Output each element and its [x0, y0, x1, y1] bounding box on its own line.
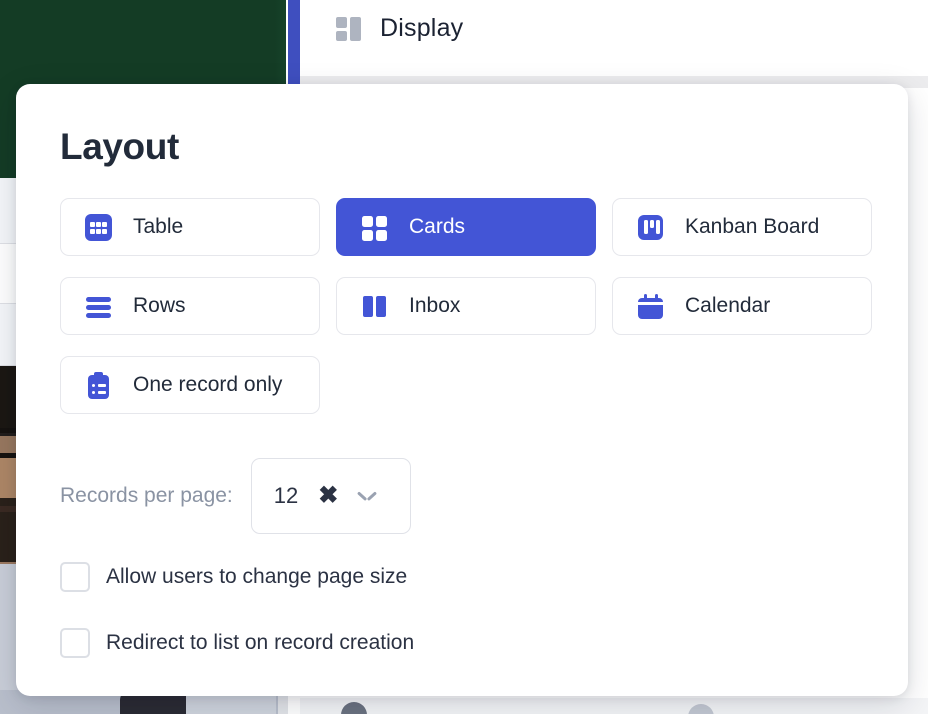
layout-option-one-record-only[interactable]: One record only	[60, 356, 320, 414]
layout-option-label: Kanban Board	[685, 215, 820, 238]
layout-option-label: Rows	[133, 294, 186, 317]
layout-option-label: Inbox	[409, 294, 461, 317]
layout-option-kanban-board[interactable]: Kanban Board	[612, 198, 872, 256]
screen: Display Data Layout Table	[0, 0, 928, 714]
checkbox-redirect-to-list[interactable]	[60, 628, 90, 658]
checkbox-row-allow-page-size[interactable]: Allow users to change page size	[60, 562, 870, 592]
chevron-down-icon[interactable]	[358, 491, 376, 501]
display-icon	[336, 16, 362, 41]
checkbox-allow-page-size[interactable]	[60, 562, 90, 592]
table-icon	[85, 213, 112, 241]
layout-option-inbox[interactable]: Inbox	[336, 277, 596, 335]
close-icon[interactable]: ✖	[318, 484, 338, 508]
layout-option-label: Calendar	[685, 294, 771, 317]
background-bottom-strip	[300, 698, 928, 714]
checkbox-label: Redirect to list on record creation	[106, 631, 415, 654]
checkbox-label: Allow users to change page size	[106, 565, 408, 588]
layout-dialog: Layout Table Cards Kanban Board Rows Inb…	[16, 84, 908, 696]
layout-options-grid: Table Cards Kanban Board Rows Inbox Cale…	[60, 198, 872, 414]
layout-option-label: Cards	[409, 215, 466, 238]
background-menu-label: Display	[380, 14, 464, 42]
rows-icon	[85, 293, 112, 320]
records-per-page-row: Records per page: 12 ✖	[60, 458, 870, 534]
layout-option-cards[interactable]: Cards	[336, 198, 596, 256]
kanban-icon	[637, 214, 664, 241]
inbox-icon	[361, 293, 388, 320]
page-title: Layout	[60, 126, 179, 167]
records-per-page-value: 12	[273, 483, 299, 508]
layout-option-label: One record only	[133, 373, 283, 396]
cards-icon	[361, 214, 388, 241]
background-menu-item-display[interactable]: Display	[336, 14, 463, 43]
layout-option-table[interactable]: Table	[60, 198, 320, 256]
clipboard-icon	[85, 371, 112, 399]
calendar-icon	[637, 293, 664, 320]
records-per-page-select[interactable]: 12 ✖	[250, 458, 411, 534]
records-per-page-label: Records per page:	[60, 484, 233, 507]
checkbox-row-redirect-to-list[interactable]: Redirect to list on record creation	[60, 628, 870, 658]
layout-option-calendar[interactable]: Calendar	[612, 277, 872, 335]
layout-option-rows[interactable]: Rows	[60, 277, 320, 335]
layout-option-label: Table	[133, 215, 184, 238]
